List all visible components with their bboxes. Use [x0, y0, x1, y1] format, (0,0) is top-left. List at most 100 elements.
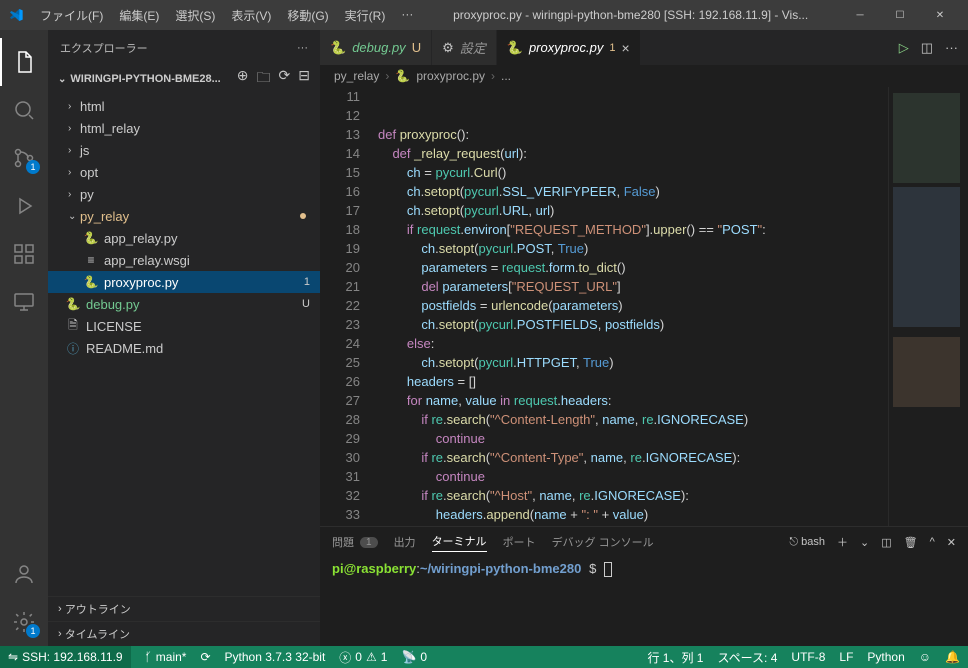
activity-remote-icon[interactable] [0, 278, 48, 326]
menu-run[interactable]: 実行(R) [337, 7, 394, 24]
breadcrumb-item[interactable]: proxyproc.py [416, 69, 485, 83]
kill-terminal-icon[interactable]: 🗑 [904, 536, 918, 549]
activity-scm-icon[interactable]: 1 [0, 134, 48, 182]
code-line[interactable]: ch.setopt(pycurl.URL, url) [378, 201, 888, 220]
status-ports[interactable]: 📡 0 [401, 650, 427, 664]
code-line[interactable]: headers.append(name + ": " + value) [378, 505, 888, 524]
breadcrumbs[interactable]: py_relay › 🐍 proxyproc.py › ... [320, 65, 968, 87]
code-line[interactable]: continue [378, 429, 888, 448]
menu-more-icon[interactable]: ··· [393, 7, 421, 24]
tree-file[interactable]: ⓘREADME.md [48, 337, 320, 359]
panel-tab-problems[interactable]: 問題1 [332, 534, 378, 550]
menu-edit[interactable]: 編集(E) [111, 7, 167, 24]
new-file-icon[interactable]: ⊕ [237, 67, 249, 91]
panel-tab-output[interactable]: 出力 [394, 534, 416, 550]
tree-folder[interactable]: ›opt [48, 161, 320, 183]
code-line[interactable]: ch.setopt(pycurl.POSTFIELDS, postfields) [378, 315, 888, 334]
code-line[interactable]: parameters = request.form.to_dict() [378, 258, 888, 277]
code-line[interactable]: if request.environ["REQUEST_METHOD"].upp… [378, 220, 888, 239]
new-terminal-icon[interactable]: ＋ [837, 534, 848, 550]
status-cursor[interactable]: 行 1、列 1 [647, 649, 703, 666]
tree-folder[interactable]: ›html_relay [48, 117, 320, 139]
activity-explorer-icon[interactable] [0, 38, 48, 86]
tree-folder[interactable]: ⌄py_relay [48, 205, 320, 227]
activity-account-icon[interactable] [0, 550, 48, 598]
menu-file[interactable]: ファイル(F) [32, 7, 111, 24]
status-feedback-icon[interactable]: ☺ [919, 650, 931, 664]
breadcrumb-item[interactable]: 🐍 [395, 69, 410, 83]
panel-tab-terminal[interactable]: ターミナル [432, 533, 487, 552]
activity-search-icon[interactable] [0, 86, 48, 134]
minimap[interactable] [888, 87, 968, 526]
code-line[interactable]: else: [378, 334, 888, 353]
code-line[interactable]: ch.setopt(pycurl.HTTPGET, True) [378, 353, 888, 372]
code-line[interactable]: ch = pycurl.Curl() [378, 163, 888, 182]
split-terminal-icon[interactable]: ◫ [881, 536, 891, 549]
code-line[interactable]: del parameters["REQUEST_URL"] [378, 277, 888, 296]
code-line[interactable]: if re.search("^Host", name, re.IGNORECAS… [378, 486, 888, 505]
tree-file[interactable]: 🗎LICENSE [48, 315, 320, 337]
code-line[interactable]: ch.setopt(pycurl.POST, True) [378, 239, 888, 258]
status-remote[interactable]: ⇋ SSH: 192.168.11.9 [0, 646, 131, 668]
menu-view[interactable]: 表示(V) [223, 7, 279, 24]
status-bell-icon[interactable]: 🔔 [945, 650, 960, 664]
code-line[interactable] [378, 87, 888, 106]
status-eol[interactable]: LF [839, 650, 853, 664]
editor-tab[interactable]: ⚙設定 [432, 30, 497, 65]
terminal[interactable]: pi@raspberry:~/wiringpi-python-bme280 $ [320, 557, 968, 646]
status-branch[interactable]: ᚶ main* [145, 650, 187, 664]
split-editor-icon[interactable]: ◫ [921, 40, 933, 56]
new-folder-icon[interactable]: 🗀 [257, 67, 271, 91]
run-icon[interactable]: ▷ [899, 40, 909, 56]
sidebar-outline[interactable]: › アウトライン [48, 596, 320, 621]
menu-go[interactable]: 移動(G) [279, 7, 336, 24]
activity-extensions-icon[interactable] [0, 230, 48, 278]
tree-folder[interactable]: ›js [48, 139, 320, 161]
status-sync-icon[interactable]: ⟳ [200, 650, 210, 664]
code-line[interactable]: def proxyproc(): [378, 125, 888, 144]
terminal-dropdown-icon[interactable]: ⌄ [860, 536, 869, 549]
tree-file[interactable]: ≡app_relay.wsgi [48, 249, 320, 271]
refresh-icon[interactable]: ⟳ [279, 67, 291, 91]
code-editor[interactable]: 1112131415161718192021222324252627282930… [320, 87, 968, 526]
code-line[interactable]: for name, value in request.headers: [378, 391, 888, 410]
panel-tab-ports[interactable]: ポート [503, 534, 536, 550]
maximize-panel-icon[interactable]: ^ [930, 536, 935, 548]
status-language[interactable]: Python [867, 650, 904, 664]
terminal-shell-icon[interactable]: ⎋ bash [789, 536, 825, 549]
sidebar-root-section[interactable]: ⌄ WIRINGPI-PYTHON-BME28... ⊕ 🗀 ⟳ ⊟ [48, 65, 320, 93]
minimize-icon[interactable]: ─ [840, 0, 880, 30]
sidebar-more-icon[interactable]: ··· [297, 42, 308, 54]
breadcrumb-item[interactable]: ... [501, 69, 511, 83]
status-problems[interactable]: ⓧ 0 ⚠ 1 [339, 649, 387, 666]
close-icon[interactable]: ✕ [920, 0, 960, 30]
menu-selection[interactable]: 選択(S) [167, 7, 223, 24]
tree-file[interactable]: 🐍debug.pyU [48, 293, 320, 315]
breadcrumb-item[interactable]: py_relay [334, 69, 379, 83]
code-line[interactable]: if re.search("^Content-Length", name, re… [378, 410, 888, 429]
code-line[interactable]: if re.search("^Content-Type", name, re.I… [378, 448, 888, 467]
status-encoding[interactable]: UTF-8 [791, 650, 825, 664]
code-line[interactable]: continue [378, 467, 888, 486]
activity-settings-icon[interactable]: 1 [0, 598, 48, 646]
code-line[interactable]: headers = [] [378, 372, 888, 391]
code-line[interactable]: headers.append("REMOTE_ADDR_X: " + reque… [378, 524, 888, 526]
code-line[interactable] [378, 106, 888, 125]
editor-more-icon[interactable]: ··· [945, 40, 958, 55]
code-line[interactable]: def _relay_request(url): [378, 144, 888, 163]
status-python[interactable]: Python 3.7.3 32-bit [225, 650, 326, 664]
tree-folder[interactable]: ›html [48, 95, 320, 117]
close-panel-icon[interactable]: ✕ [947, 536, 956, 549]
tree-file[interactable]: 🐍app_relay.py [48, 227, 320, 249]
editor-tab[interactable]: 🐍proxyproc.py1× [497, 30, 641, 65]
sidebar-timeline[interactable]: › タイムライン [48, 621, 320, 646]
collapse-icon[interactable]: ⊟ [298, 67, 310, 91]
tree-file[interactable]: 🐍proxyproc.py1 [48, 271, 320, 293]
editor-tab[interactable]: 🐍debug.pyU [320, 30, 432, 65]
panel-tab-debug-console[interactable]: デバッグ コンソール [552, 534, 654, 550]
status-indent[interactable]: スペース: 4 [718, 649, 778, 666]
code-line[interactable]: postfields = urlencode(parameters) [378, 296, 888, 315]
maximize-icon[interactable]: ☐ [880, 0, 920, 30]
tab-close-icon[interactable]: × [621, 40, 629, 56]
activity-debug-icon[interactable] [0, 182, 48, 230]
